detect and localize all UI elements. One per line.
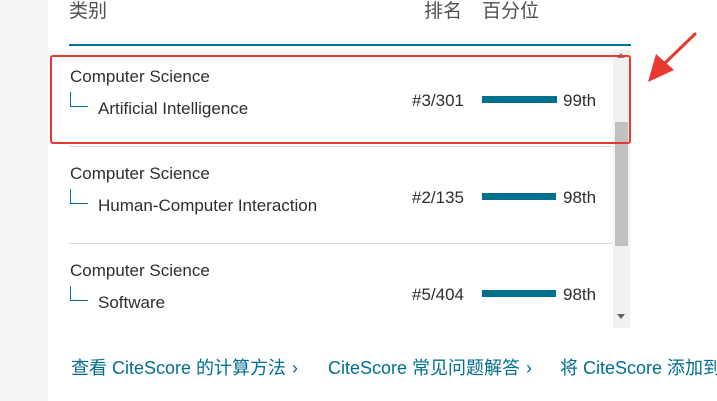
chevron-right-icon: ›: [526, 358, 533, 378]
page-margin: [0, 0, 48, 401]
category-column-header: 类别: [69, 1, 108, 22]
rank-value: #2/135: [412, 188, 464, 207]
parent-category: Computer Science: [70, 261, 210, 280]
red-arrow-icon: [648, 32, 697, 82]
table-row: Computer Science Software #5/404 98th: [69, 244, 614, 328]
add-citescore-link[interactable]: 将 CiteScore 添加到: [560, 356, 717, 380]
subject-area: Software: [98, 293, 166, 312]
rank-value: #5/404: [412, 285, 464, 304]
tree-elbow-icon: [70, 92, 88, 107]
vertical-scrollbar[interactable]: [613, 50, 630, 328]
rank-column-header: 排名: [424, 1, 463, 22]
citescore-faq-link[interactable]: CiteScore 常见问题解答 ›: [328, 356, 532, 380]
percentile-value: 98th: [563, 188, 597, 207]
percentile-bar: [482, 193, 558, 200]
scrollbar-thumb[interactable]: [615, 122, 628, 246]
percentile-bar-fill: [482, 96, 558, 103]
table-row: Computer Science Artificial Intelligence…: [69, 50, 614, 147]
tree-elbow-icon: [70, 189, 88, 204]
tree-elbow-icon: [70, 286, 88, 301]
percentile-bar-fill: [482, 290, 557, 297]
percentile-bar: [482, 96, 558, 103]
percentile-value: 99th: [563, 91, 597, 110]
chevron-right-icon: ›: [292, 358, 299, 378]
percentile-column-header: 百分位: [482, 1, 540, 22]
category-rank-list[interactable]: Computer Science Artificial Intelligence…: [69, 50, 614, 328]
percentile-bar-fill: [482, 193, 557, 200]
parent-category: Computer Science: [70, 164, 210, 183]
table-row: Computer Science Human-Computer Interact…: [69, 147, 614, 244]
subject-area: Artificial Intelligence: [98, 99, 249, 118]
scroll-up-arrow-icon[interactable]: [617, 53, 625, 58]
table-header: 类别 排名 百分位: [69, 0, 631, 46]
scroll-down-arrow-icon[interactable]: [617, 314, 625, 319]
footer-links: 查看 CiteScore 的计算方法 › CiteScore 常见问题解答 › 将 …: [71, 356, 717, 382]
subject-area: Human-Computer Interaction: [98, 196, 318, 215]
parent-category: Computer Science: [70, 67, 210, 86]
citescore-calculation-link[interactable]: 查看 CiteScore 的计算方法 ›: [71, 356, 298, 380]
percentile-bar: [482, 290, 558, 297]
percentile-value: 98th: [563, 285, 597, 304]
rank-value: #3/301: [412, 91, 464, 110]
